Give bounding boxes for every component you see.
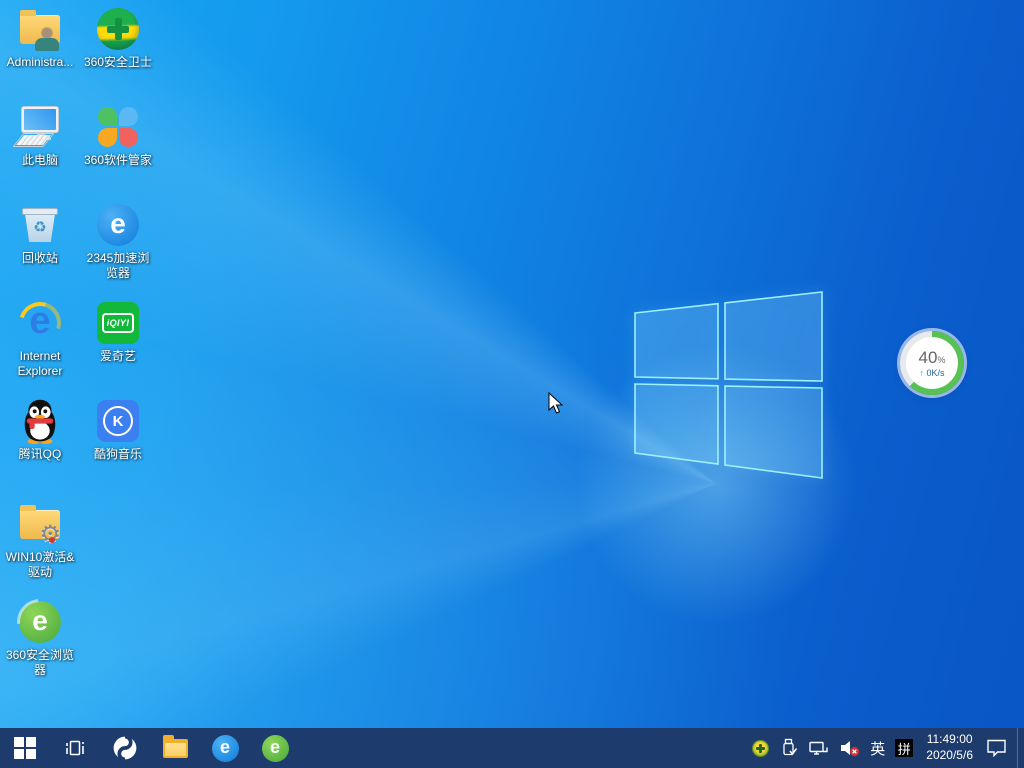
desktop-icon-iqiyi[interactable]: iQIYI 爱奇艺 (80, 300, 156, 364)
taskbar-clock[interactable]: 11:49:00 2020/5/6 (918, 728, 981, 768)
desktop-icon-360-software-manager[interactable]: 360软件管家 (80, 104, 156, 168)
monitor-icon (17, 104, 63, 150)
volume-muted-icon (839, 738, 860, 758)
icon-label: 360安全浏览 器 (6, 648, 74, 679)
taskbar-buttons: e e (0, 728, 300, 768)
icon-label: 腾讯QQ (19, 447, 62, 462)
clock-time: 11:49:00 (927, 732, 973, 748)
taskbar-2345-browser[interactable]: e (200, 728, 250, 768)
petals-icon (97, 106, 139, 148)
up-arrow-icon: ↑ (919, 368, 924, 378)
green-e-icon: e (19, 601, 61, 643)
360-speed-ball-widget[interactable]: 40% ↑ 0K/s (900, 331, 964, 395)
action-center-button[interactable] (981, 728, 1013, 768)
language-indicator[interactable]: 英 (865, 728, 890, 768)
360-shield-icon (97, 8, 139, 50)
desktop-icon-recycle-bin[interactable]: ♻ 回收站 (2, 202, 78, 266)
icon-label: 360安全卫士 (84, 55, 152, 70)
ie-icon: e (17, 300, 63, 346)
360-ball-icon (752, 740, 769, 757)
desktop-icon-win10-activation[interactable]: ⚙ WIN10激活& 驱动 (2, 501, 78, 581)
action-center-icon (986, 738, 1008, 758)
network-speed: ↑ 0K/s (919, 368, 944, 378)
icon-label: 2345加速浏 览器 (87, 251, 150, 282)
windows-logo-icon (14, 737, 36, 759)
recycle-bin-icon: ♻ (22, 208, 58, 242)
ime-indicator[interactable]: 拼 (890, 728, 918, 768)
desktop-icon-internet-explorer[interactable]: e Internet Explorer (2, 300, 78, 380)
taskbar: e e (0, 728, 1024, 768)
tray-network[interactable] (803, 728, 834, 768)
usb-icon (779, 738, 798, 758)
360-swirl-icon (112, 735, 138, 761)
memory-percent: 40% (919, 349, 946, 366)
taskbar-file-explorer[interactable] (150, 728, 200, 768)
taskbar-360-safety-guard[interactable] (100, 728, 150, 768)
desktop-icon-tencent-qq[interactable]: 腾讯QQ (2, 398, 78, 462)
desktop-icon-kugou-music[interactable]: K 酷狗音乐 (80, 398, 156, 462)
user-head-icon (42, 28, 52, 38)
icon-label: 360软件管家 (84, 153, 152, 168)
speed-ball-face: 40% ↑ 0K/s (906, 337, 958, 389)
icon-label: 酷狗音乐 (94, 447, 142, 462)
show-desktop-button[interactable] (1018, 728, 1024, 768)
user-body-icon (35, 38, 59, 51)
task-view-icon (64, 737, 86, 759)
mouse-cursor (548, 392, 570, 416)
icon-label: Administra... (7, 55, 74, 70)
desktop-icon-2345-browser[interactable]: e 2345加速浏 览器 (80, 202, 156, 282)
clock-date: 2020/5/6 (926, 748, 973, 764)
kugou-k-icon: K (97, 400, 139, 442)
desktop-wallpaper: Administra... 360安全卫士 此电脑 360软件管家 ♻ 回收站 … (0, 0, 1024, 768)
folder-icon (163, 739, 188, 758)
icon-label: WIN10激活& 驱动 (6, 550, 75, 581)
desktop-icon-360-secure-browser[interactable]: e 360安全浏览 器 (2, 599, 78, 679)
gear-icon: ⚙ (39, 520, 61, 549)
start-button[interactable] (0, 728, 50, 768)
icon-label: 爱奇艺 (100, 349, 136, 364)
system-tray: 英 拼 11:49:00 2020/5/6 (747, 728, 1024, 768)
desktop-icon-this-pc[interactable]: 此电脑 (2, 104, 78, 168)
task-view-button[interactable] (50, 728, 100, 768)
tray-volume-muted[interactable] (834, 728, 865, 768)
blue-e-icon: e (212, 735, 239, 762)
iqiyi-icon: iQIYI (97, 302, 139, 344)
icon-label: 回收站 (22, 251, 58, 266)
taskbar-360-secure-browser[interactable]: e (250, 728, 300, 768)
gear-dot (49, 537, 55, 543)
desktop-icon-360-safety-guard[interactable]: 360安全卫士 (80, 6, 156, 70)
qq-penguin-icon (17, 398, 63, 444)
desktop-icon-administrator[interactable]: Administra... (2, 6, 78, 70)
tray-usb-device[interactable] (774, 728, 803, 768)
icon-label: 此电脑 (22, 153, 58, 168)
blue-e-icon: e (97, 204, 139, 246)
green-e-icon: e (262, 735, 289, 762)
tray-360-icon[interactable] (747, 728, 774, 768)
icon-label: Internet Explorer (18, 349, 63, 380)
network-icon (808, 738, 829, 758)
